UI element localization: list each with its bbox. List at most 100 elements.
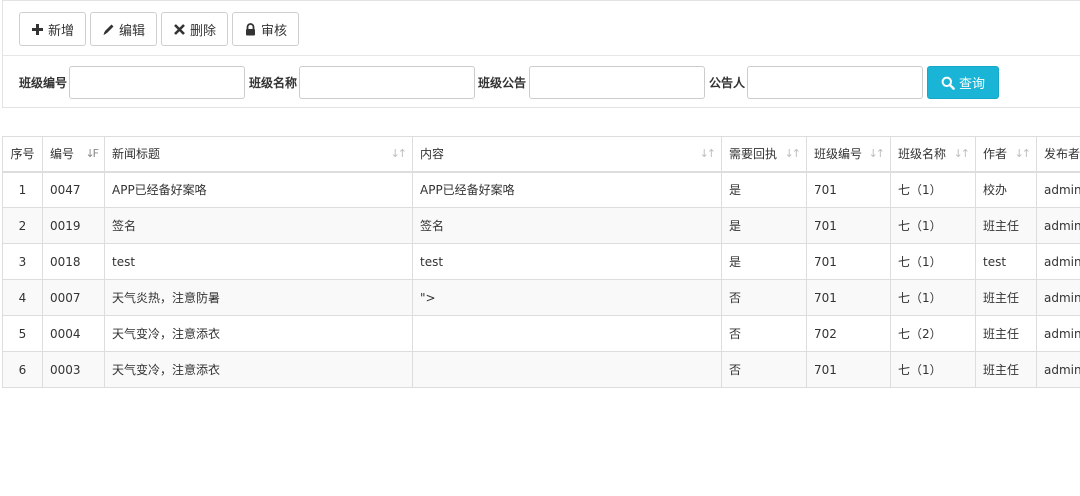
pencil-icon [102,23,115,36]
publisher-input[interactable] [747,66,923,99]
cell-author: 班主任 [975,207,1037,244]
cell-code: 0004 [42,315,105,352]
class-name-label: 班级名称 [249,76,298,90]
delete-button-label: 删除 [190,23,217,39]
cell-receipt: 是 [721,171,807,208]
notice-input[interactable] [529,66,705,99]
sort-icon[interactable]: ↓↑ [391,147,408,160]
cell-index: 2 [2,207,43,244]
class-no-input[interactable] [69,66,245,99]
cell-code: 0007 [42,279,105,316]
header-class-name[interactable]: 班级名称 ↓↑ [890,136,976,172]
add-button-label: 新增 [48,23,75,39]
header-receipt[interactable]: 需要回执 ↓↑ [721,136,807,172]
cell-code: 0018 [42,243,105,280]
sort-icon[interactable]: ↓↑ [1015,147,1032,160]
cell-class-name: 七（1） [890,351,976,388]
cell-class-name: 七（1） [890,279,976,316]
sort-icon[interactable]: ↓↑ [700,147,717,160]
header-author[interactable]: 作者 ↓↑ [975,136,1037,172]
cell-class-no: 701 [806,351,891,388]
class-name-input[interactable] [299,66,475,99]
cell-publisher: admin [1036,315,1080,352]
cell-author: 班主任 [975,351,1037,388]
cell-publisher: admin [1036,351,1080,388]
cell-index: 5 [2,315,43,352]
cell-publisher: admin [1036,243,1080,280]
audit-button[interactable]: 审核 [232,12,300,46]
table-row[interactable]: 5 0004 天气变冷，注意添衣 否 702 七（2） 班主任 admin [2,315,1080,352]
cell-index: 4 [2,279,43,316]
cell-publisher: admin [1036,279,1080,316]
sort-icon[interactable]: ↓F [85,147,98,160]
cell-title: 签名 [104,207,413,244]
header-class-no[interactable]: 班级编号 ↓↑ [806,136,891,172]
cell-title: test [104,243,413,280]
table-row[interactable]: 6 0003 天气变冷，注意添衣 否 701 七（1） 班主任 admin [2,351,1080,388]
sort-icon[interactable]: ↓↑ [785,147,802,160]
search-button-label: 查询 [958,77,985,92]
cell-class-no: 701 [806,207,891,244]
header-publisher[interactable]: 发布者 [1036,136,1080,172]
add-button[interactable]: 新增 [19,12,87,46]
class-no-label: 班级编号 [19,76,68,90]
sort-icon[interactable]: ↓↑ [954,147,971,160]
plus-icon [31,23,44,36]
table-row[interactable]: 1 0047 APP已经备好案咯 APP已经备好案咯 是 701 七（1） 校办… [2,171,1080,208]
news-table-container: 序号 编号 ↓F 新闻标题 ↓↑ 内容 ↓↑ 需要回执 ↓↑ 班级编号 ↓↑ 班级名称 ↓↑… [2,136,1080,388]
cell-publisher: admin [1036,207,1080,244]
header-title[interactable]: 新闻标题 ↓↑ [104,136,413,172]
cell-content [412,351,722,388]
cell-content: 签名 [412,207,722,244]
sort-icon[interactable]: ↓↑ [869,147,886,160]
publisher-label: 公告人 [709,76,746,90]
cell-receipt: 否 [721,351,807,388]
cell-author: 校办 [975,171,1037,208]
cell-class-no: 701 [806,171,891,208]
cell-author: 班主任 [975,315,1037,352]
table-row[interactable]: 2 0019 签名 签名 是 701 七（1） 班主任 admin [2,207,1080,244]
cell-publisher: admin [1036,171,1080,208]
toolbar-divider [3,55,1080,56]
cell-receipt: 是 [721,207,807,244]
cell-class-name: 七（1） [890,171,976,208]
cell-author: test [975,243,1037,280]
cell-author: 班主任 [975,279,1037,316]
cell-content: APP已经备好案咯 [412,171,722,208]
search-button[interactable]: 查询 [927,66,999,99]
cell-content: test [412,243,722,280]
cell-content [412,315,722,352]
cell-index: 6 [2,351,43,388]
top-panel: 新增 编辑 删除 审核 班级编号 班级名称 班级公告 公告人 查询 [2,0,1080,108]
lock-icon [244,22,257,36]
cell-content: "> [412,279,722,316]
times-icon [173,23,186,36]
cell-class-name: 七（1） [890,243,976,280]
cell-title: 天气炎热，注意防暑 [104,279,413,316]
cell-class-name: 七（2） [890,315,976,352]
header-index: 序号 [2,136,43,172]
table-row[interactable]: 4 0007 天气炎热，注意防暑 "> 否 701 七（1） 班主任 admin [2,279,1080,316]
search-icon [941,76,955,90]
cell-receipt: 否 [721,279,807,316]
cell-code: 0047 [42,171,105,208]
cell-title: 天气变冷，注意添衣 [104,315,413,352]
header-code[interactable]: 编号 ↓F [42,136,105,172]
header-content[interactable]: 内容 ↓↑ [412,136,722,172]
cell-index: 1 [2,171,43,208]
search-form: 班级编号 班级名称 班级公告 公告人 查询 [3,66,1080,100]
cell-class-no: 701 [806,243,891,280]
cell-code: 0019 [42,207,105,244]
cell-class-no: 701 [806,279,891,316]
cell-index: 3 [2,243,43,280]
cell-title: APP已经备好案咯 [104,171,413,208]
cell-class-name: 七（1） [890,207,976,244]
table-row[interactable]: 3 0018 test test 是 701 七（1） test admin [2,243,1080,280]
table-header-row: 序号 编号 ↓F 新闻标题 ↓↑ 内容 ↓↑ 需要回执 ↓↑ 班级编号 ↓↑ 班级名称 ↓↑… [2,136,1080,172]
edit-button[interactable]: 编辑 [90,12,158,46]
edit-button-label: 编辑 [119,23,146,39]
news-table: 序号 编号 ↓F 新闻标题 ↓↑ 内容 ↓↑ 需要回执 ↓↑ 班级编号 ↓↑ 班级名称 ↓↑… [2,136,1080,388]
notice-label: 班级公告 [478,76,527,90]
cell-class-no: 702 [806,315,891,352]
delete-button[interactable]: 删除 [161,12,229,46]
